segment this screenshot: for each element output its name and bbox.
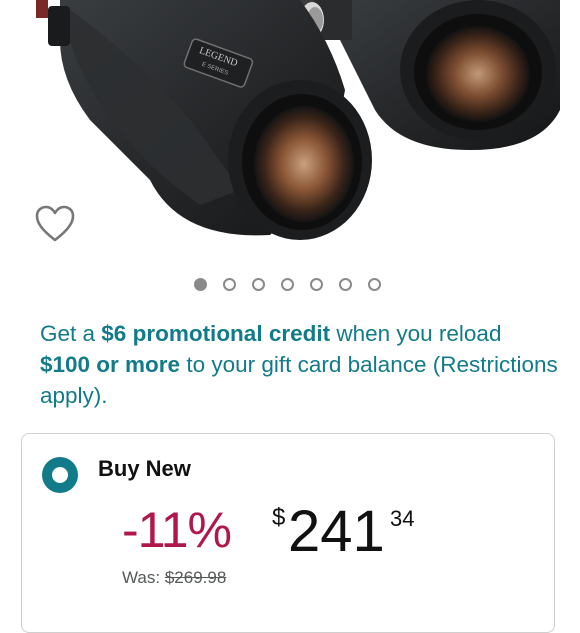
product-image[interactable]: LEGEND E SERIES: [0, 0, 580, 270]
was-price: $269.98: [164, 568, 227, 587]
buy-new-label: Buy New: [98, 456, 191, 481]
pagination-dot[interactable]: [223, 278, 236, 291]
pagination-dot[interactable]: [194, 278, 207, 291]
promo-lead: Get a: [40, 321, 102, 346]
price-currency: $: [272, 504, 286, 531]
image-pagination: [0, 277, 580, 293]
price-fraction: 34: [390, 506, 415, 531]
pagination-dot[interactable]: [281, 278, 294, 291]
was-label: Was:: [122, 568, 165, 587]
buy-new-radio[interactable]: [42, 457, 78, 493]
price-whole: 241: [288, 499, 385, 564]
heart-icon[interactable]: [34, 204, 76, 244]
promo-credit: $6 promotional credit: [101, 321, 331, 346]
promo-mid: when you reload: [330, 321, 502, 346]
pagination-dot[interactable]: [252, 278, 265, 291]
pagination-dot[interactable]: [310, 278, 323, 291]
promo-link[interactable]: Get a $6 promotional credit when you rel…: [40, 318, 560, 411]
promo-amount: $100 or more: [40, 352, 181, 377]
was-price-line: Was: $269.98: [122, 568, 226, 588]
pagination-dot[interactable]: [368, 278, 381, 291]
discount-percent: -11%: [122, 502, 232, 558]
binoculars-image: LEGEND E SERIES: [36, 0, 560, 240]
pagination-dot[interactable]: [339, 278, 352, 291]
